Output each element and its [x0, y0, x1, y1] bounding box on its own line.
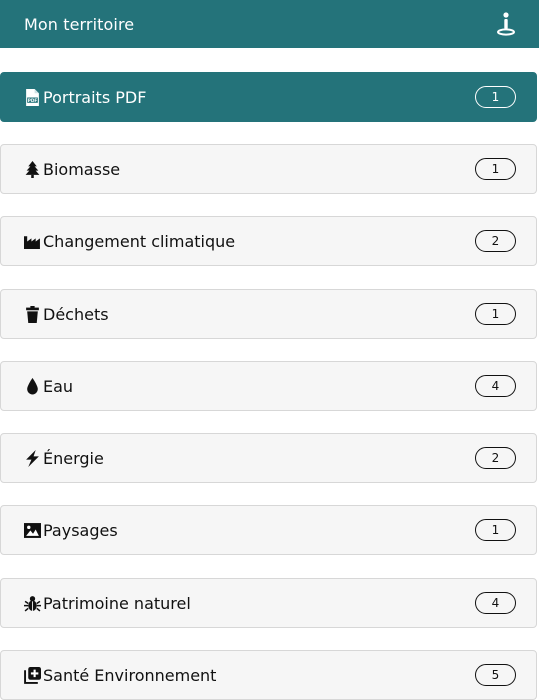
menu-item-label: Changement climatique — [43, 231, 236, 251]
trash-icon — [23, 305, 41, 323]
count-badge: 5 — [475, 664, 516, 686]
lightning-icon — [23, 449, 41, 467]
svg-text:PDF: PDF — [27, 97, 37, 103]
menu-item-biomasse[interactable]: Biomasse 1 — [0, 144, 537, 194]
image-icon — [23, 521, 41, 539]
menu-item-label: Déchets — [43, 304, 109, 324]
menu-item-label: Énergie — [43, 448, 104, 468]
menu-item-label: Paysages — [43, 520, 118, 540]
menu-item-label: Portraits PDF — [43, 87, 147, 107]
menu-item-portraits-pdf[interactable]: PDF Portraits PDF 1 — [0, 72, 537, 122]
menu-item-changement-climatique[interactable]: Changement climatique 2 — [0, 216, 537, 266]
count-badge: 1 — [475, 86, 516, 108]
count-badge: 2 — [475, 230, 516, 252]
count-badge: 4 — [475, 375, 516, 397]
menu-item-label: Patrimoine naturel — [43, 593, 191, 613]
menu-item-label: Santé Environnement — [43, 665, 217, 685]
water-drop-icon — [23, 377, 41, 395]
menu-item-eau[interactable]: Eau 4 — [0, 361, 537, 411]
industry-icon — [23, 232, 41, 250]
count-badge: 2 — [475, 447, 516, 469]
count-badge: 1 — [475, 158, 516, 180]
menu-item-label: Biomasse — [43, 159, 121, 179]
panel-title: Mon territoire — [24, 14, 135, 34]
tree-icon — [23, 160, 41, 178]
count-badge: 1 — [475, 519, 516, 541]
bug-icon — [23, 594, 41, 612]
panel-header: Mon territoire — [0, 0, 539, 48]
pdf-icon: PDF — [23, 88, 41, 106]
count-badge: 4 — [475, 592, 516, 614]
medical-plus-icon — [23, 666, 41, 684]
menu-item-dechets[interactable]: Déchets 1 — [0, 289, 537, 339]
menu-item-patrimoine-naturel[interactable]: Patrimoine naturel 4 — [0, 578, 537, 628]
menu-item-energie[interactable]: Énergie 2 — [0, 433, 537, 483]
location-pin-icon[interactable] — [495, 11, 517, 37]
menu-item-sante-environnement[interactable]: Santé Environnement 5 — [0, 650, 537, 700]
menu-item-label: Eau — [43, 376, 74, 396]
count-badge: 1 — [475, 303, 516, 325]
menu-item-paysages[interactable]: Paysages 1 — [0, 505, 537, 555]
